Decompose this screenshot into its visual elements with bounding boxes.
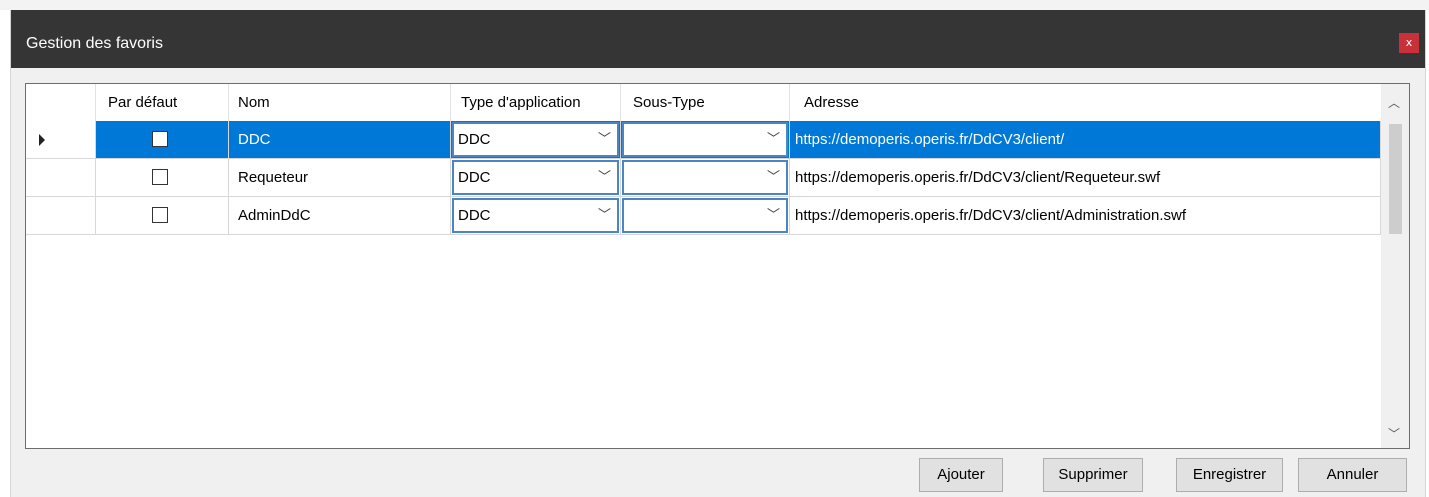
type-value: DDC (458, 207, 491, 224)
address-cell[interactable]: https://demoperis.operis.fr/DdCV3/client… (790, 197, 1381, 235)
row-header[interactable] (26, 159, 96, 197)
row-header-corner (26, 84, 96, 121)
window-title: Gestion des favoris (26, 35, 163, 52)
name-cell[interactable]: AdminDdC (229, 197, 451, 235)
chevron-up-icon[interactable]: ︿ (1388, 94, 1400, 111)
add-button[interactable]: Ajouter (919, 458, 1003, 492)
chevron-down-icon: ﹀ (766, 170, 780, 185)
row-pointer-icon (39, 134, 45, 146)
type-cell: DDC ﹀ (451, 121, 621, 159)
delete-button[interactable]: Supprimer (1043, 458, 1143, 492)
favorites-dialog: Gestion des favoris x Par défaut Nom Typ… (10, 10, 1426, 497)
close-icon: x (1405, 36, 1413, 49)
column-header-address[interactable]: Adresse (790, 84, 1381, 121)
subtype-cell: ﹀ (621, 121, 790, 159)
type-value: DDC (458, 169, 491, 186)
default-cell (96, 121, 229, 159)
subtype-cell: ﹀ (621, 159, 790, 197)
subtype-dropdown[interactable]: ﹀ (622, 122, 788, 157)
favorites-grid[interactable]: Par défaut Nom Type d'application Sous-T… (25, 83, 1410, 449)
close-button[interactable]: x (1399, 33, 1419, 53)
default-cell (96, 159, 229, 197)
table-row[interactable]: Requeteur DDC ﹀ ﹀ https://demoperis.operi… (26, 159, 1381, 197)
type-cell: DDC ﹀ (451, 197, 621, 235)
chevron-down-icon: ﹀ (597, 132, 611, 147)
type-dropdown[interactable]: DDC ﹀ (452, 122, 619, 157)
row-header[interactable] (26, 121, 96, 159)
table-row[interactable]: AdminDdC DDC ﹀ ﹀ https://demoperis.operis… (26, 197, 1381, 235)
type-cell: DDC ﹀ (451, 159, 621, 197)
name-cell[interactable]: Requeteur (229, 159, 451, 197)
cancel-button[interactable]: Annuler (1298, 458, 1407, 492)
type-dropdown[interactable]: DDC ﹀ (452, 160, 619, 195)
column-header-type[interactable]: Type d'application (451, 84, 621, 121)
grid-header: Par défaut Nom Type d'application Sous-T… (26, 84, 1381, 122)
scrollbar-thumb[interactable] (1389, 124, 1402, 234)
row-header[interactable] (26, 197, 96, 235)
default-checkbox[interactable] (152, 207, 168, 223)
default-checkbox[interactable] (152, 131, 168, 147)
save-button[interactable]: Enregistrer (1176, 458, 1283, 492)
address-cell[interactable]: https://demoperis.operis.fr/DdCV3/client… (790, 121, 1381, 159)
window-shadow (0, 0, 1429, 10)
column-header-subtype[interactable]: Sous-Type (621, 84, 790, 121)
chevron-down-icon: ﹀ (597, 170, 611, 185)
chevron-down-icon: ﹀ (766, 208, 780, 223)
chevron-down-icon: ﹀ (766, 132, 780, 147)
subtype-dropdown[interactable]: ﹀ (622, 160, 788, 195)
name-cell[interactable]: DDC (229, 121, 451, 159)
chevron-down-icon[interactable]: ﹀ (1388, 425, 1400, 442)
default-cell (96, 197, 229, 235)
address-cell[interactable]: https://demoperis.operis.fr/DdCV3/client… (790, 159, 1381, 197)
vertical-scrollbar[interactable]: ︿ ﹀ (1381, 84, 1409, 448)
column-header-default[interactable]: Par défaut (96, 84, 229, 121)
type-dropdown[interactable]: DDC ﹀ (452, 198, 619, 233)
subtype-dropdown[interactable]: ﹀ (622, 198, 788, 233)
chevron-down-icon: ﹀ (597, 208, 611, 223)
subtype-cell: ﹀ (621, 197, 790, 235)
default-checkbox[interactable] (152, 169, 168, 185)
type-value: DDC (458, 131, 491, 148)
column-header-name[interactable]: Nom (229, 84, 451, 121)
title-bar: Gestion des favoris x (11, 10, 1425, 68)
table-row[interactable]: DDC DDC ﹀ ﹀ https://demoperis.operis.fr/D… (26, 121, 1381, 159)
